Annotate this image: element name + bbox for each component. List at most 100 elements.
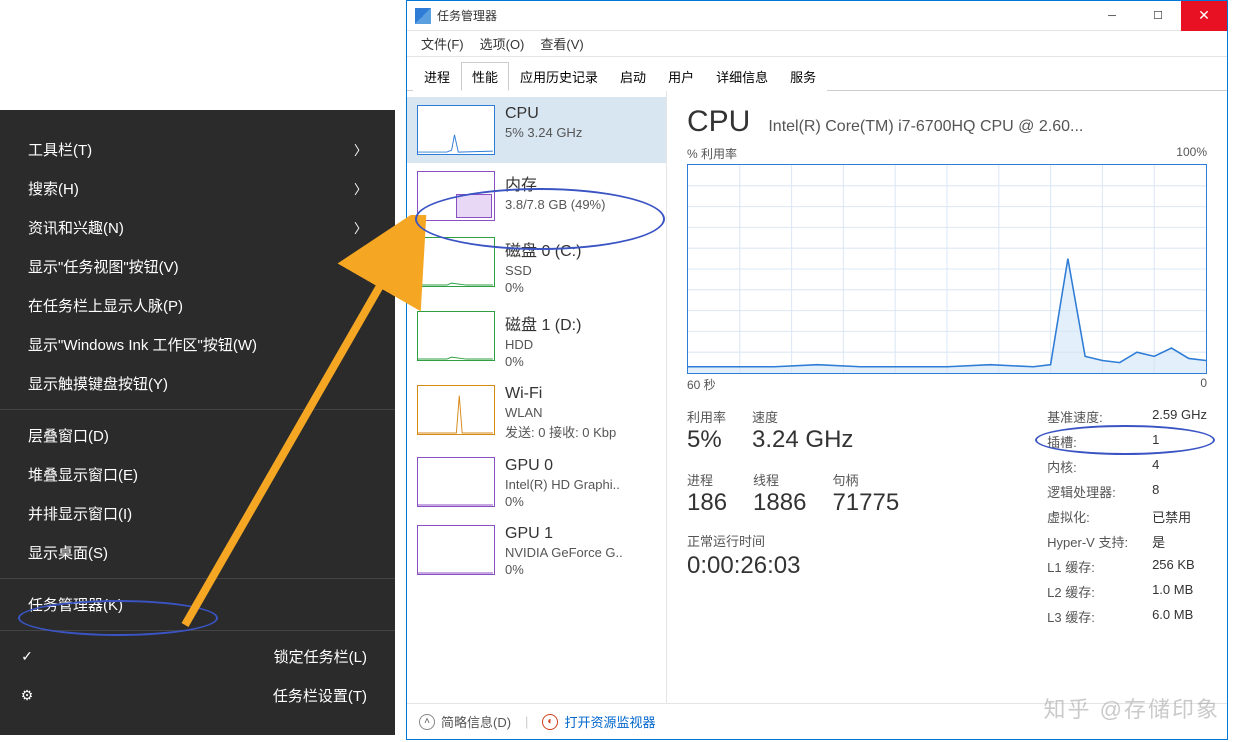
- separator: [0, 409, 395, 410]
- spec-key: 基准速度:: [1047, 407, 1128, 426]
- spec-value: 1: [1152, 432, 1207, 451]
- detail-subtitle: Intel(R) Core(TM) i7-6700HQ CPU @ 2.60..…: [768, 118, 1207, 136]
- side-thumb: [417, 171, 495, 221]
- context-menu-item[interactable]: 显示触摸键盘按钮(Y): [0, 364, 395, 403]
- spec-value: 256 KB: [1152, 557, 1207, 576]
- performance-sidebar[interactable]: CPU5% 3.24 GHz内存3.8/7.8 GB (49%)磁盘 0 (C:…: [407, 91, 667, 703]
- side-sub2: 0%: [505, 354, 581, 369]
- side-title: 内存: [505, 171, 605, 195]
- context-menu-item[interactable]: ✓ 锁定任务栏(L): [0, 637, 395, 676]
- menu-file[interactable]: 文件(F): [413, 31, 472, 56]
- context-menu-item[interactable]: 工具栏(T)〉: [0, 130, 395, 169]
- close-button[interactable]: ✕: [1181, 1, 1227, 31]
- sidebar-item-wifi-4[interactable]: Wi-FiWLAN发送: 0 接收: 0 Kbp: [407, 377, 666, 449]
- task-manager-window: 任务管理器 ─ ☐ ✕ 文件(F) 选项(O) 查看(V) 进程性能应用历史记录…: [406, 0, 1228, 740]
- thread-label: 线程: [753, 470, 806, 489]
- tab-3[interactable]: 启动: [609, 62, 657, 91]
- tab-2[interactable]: 应用历史记录: [509, 62, 609, 91]
- side-sub: 5% 3.24 GHz: [505, 125, 582, 140]
- resource-monitor-link[interactable]: ◐ 打开资源监视器: [542, 712, 655, 731]
- cpu-chart[interactable]: [687, 164, 1207, 374]
- context-menu-item[interactable]: 层叠窗口(D): [0, 416, 395, 455]
- tab-5[interactable]: 详细信息: [705, 62, 779, 91]
- side-title: CPU: [505, 105, 582, 123]
- context-menu-item[interactable]: 资讯和兴趣(N) 〉: [0, 208, 395, 247]
- menu-view[interactable]: 查看(V): [532, 31, 591, 56]
- separator: [0, 630, 395, 631]
- side-title: GPU 1: [505, 525, 623, 543]
- spec-value: 2.59 GHz: [1152, 407, 1207, 426]
- tab-0[interactable]: 进程: [413, 62, 461, 91]
- context-menu-item[interactable]: 在任务栏上显示人脉(P): [0, 286, 395, 325]
- spec-key: 内核:: [1047, 457, 1128, 476]
- tab-6[interactable]: 服务: [779, 62, 827, 91]
- tab-strip: 进程性能应用历史记录启动用户详细信息服务: [407, 57, 1227, 91]
- side-title: GPU 0: [505, 457, 620, 475]
- menu-label: 工具栏(T): [28, 139, 92, 160]
- tab-1[interactable]: 性能: [461, 62, 509, 91]
- titlebar[interactable]: 任务管理器 ─ ☐ ✕: [407, 1, 1227, 31]
- sidebar-item-cpu-0[interactable]: CPU 5% 3.24 GHz: [407, 97, 666, 163]
- maximize-button[interactable]: ☐: [1135, 1, 1181, 31]
- sidebar-item-disk-3[interactable]: 磁盘 1 (D:) HDD 0%: [407, 303, 666, 377]
- menu-label: 在任务栏上显示人脉(P): [28, 295, 183, 316]
- side-sub: HDD: [505, 337, 581, 352]
- side-title: Wi-Fi: [505, 385, 616, 403]
- context-menu-item[interactable]: 搜索(H)〉: [0, 169, 395, 208]
- speed-label: 速度: [752, 407, 853, 426]
- menu-label: 显示"Windows Ink 工作区"按钮(W): [28, 334, 257, 355]
- spec-value: 4: [1152, 457, 1207, 476]
- sidebar-item-disk-2[interactable]: 磁盘 0 (C:)SSD0%: [407, 229, 666, 303]
- context-menu-item[interactable]: 堆叠显示窗口(E): [0, 455, 395, 494]
- tab-4[interactable]: 用户: [657, 62, 705, 91]
- minimize-button[interactable]: ─: [1089, 1, 1135, 31]
- side-sub: Intel(R) HD Graphi..: [505, 477, 620, 492]
- menu-label: 堆叠显示窗口(E): [28, 464, 138, 485]
- spec-value: 6.0 MB: [1152, 607, 1207, 626]
- handle-label: 句柄: [832, 470, 899, 489]
- uptime-label: 正常运行时间: [687, 531, 899, 550]
- spec-key: L2 缓存:: [1047, 582, 1128, 601]
- spec-key: 虚拟化:: [1047, 507, 1128, 526]
- sidebar-item-gpu-6[interactable]: GPU 1 NVIDIA GeForce G.. 0%: [407, 517, 666, 585]
- spec-key: 插槽:: [1047, 432, 1128, 451]
- side-sub2: 0%: [505, 562, 623, 577]
- spec-table: 基准速度:2.59 GHz插槽:1内核:4逻辑处理器:8虚拟化:已禁用Hyper…: [1047, 407, 1207, 626]
- chevron-right-icon: 〉: [354, 218, 367, 237]
- context-menu-item[interactable]: 任务管理器(K): [0, 585, 395, 624]
- menu-label: 层叠窗口(D): [28, 425, 109, 446]
- separator: [0, 578, 395, 579]
- spec-value: 已禁用: [1152, 507, 1207, 526]
- context-menu-item[interactable]: ⚙任务栏设置(T): [0, 676, 395, 715]
- menu-label: 锁定任务栏(L): [274, 646, 367, 667]
- spec-key: L3 缓存:: [1047, 607, 1128, 626]
- util-label: 利用率: [687, 407, 726, 426]
- menu-options[interactable]: 选项(O): [472, 31, 533, 56]
- handle-value: 71775: [832, 489, 899, 517]
- context-menu-item[interactable]: 显示"任务视图"按钮(V): [0, 247, 395, 286]
- sidebar-item-mem-1[interactable]: 内存3.8/7.8 GB (49%): [407, 163, 666, 229]
- chevron-right-icon: 〉: [354, 179, 367, 198]
- side-sub: NVIDIA GeForce G..: [505, 545, 623, 560]
- context-menu-item[interactable]: 并排显示窗口(I): [0, 494, 395, 533]
- side-sub: SSD: [505, 263, 581, 278]
- menu-label: 显示桌面(S): [28, 542, 108, 563]
- menu-icon: ✓: [18, 648, 36, 665]
- side-thumb: [417, 311, 495, 361]
- spec-key: L1 缓存:: [1047, 557, 1128, 576]
- menu-label: 资讯和兴趣(N): [28, 217, 124, 238]
- menu-label: 显示"任务视图"按钮(V): [28, 256, 179, 277]
- fewer-details-link[interactable]: ˄ 简略信息(D): [419, 712, 511, 731]
- side-sub2: 0%: [505, 280, 581, 295]
- spec-key: Hyper-V 支持:: [1047, 532, 1128, 551]
- side-thumb: [417, 385, 495, 435]
- app-icon: [415, 8, 431, 24]
- side-sub: WLAN: [505, 405, 616, 420]
- context-menu-item[interactable]: 显示"Windows Ink 工作区"按钮(W): [0, 325, 395, 364]
- context-menu-item[interactable]: 显示桌面(S): [0, 533, 395, 572]
- uptime-value: 0:00:26:03: [687, 552, 899, 580]
- menu-label: 任务栏设置(T): [273, 685, 367, 706]
- side-thumb: [417, 237, 495, 287]
- side-title: 磁盘 1 (D:): [505, 311, 581, 335]
- sidebar-item-gpu-5[interactable]: GPU 0Intel(R) HD Graphi..0%: [407, 449, 666, 517]
